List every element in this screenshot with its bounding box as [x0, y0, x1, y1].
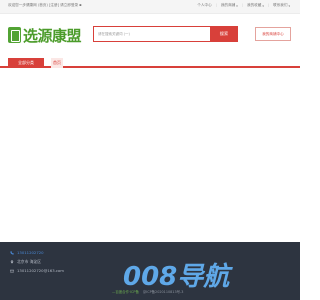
divider: | — [267, 3, 270, 7]
chevron-down-icon: ▾ — [262, 3, 264, 8]
contact-us-label: 联系我们 — [273, 3, 288, 7]
watermark-logo: 008导航 — [123, 258, 258, 292]
my-shop-link[interactable]: 我的商铺 ▾ — [221, 3, 238, 8]
address-text: 北京市 海淀区 — [17, 259, 41, 264]
my-favorites-link[interactable]: 我的收藏 ▾ — [247, 3, 264, 8]
phone-icon — [10, 250, 14, 255]
divider: | — [215, 3, 217, 7]
email-text: 13011202720@163.com — [17, 268, 64, 273]
watermark-text: 008导航 — [123, 262, 233, 292]
user-center-label: 个人中心 — [197, 3, 212, 7]
chevron-down-icon: ▾ — [236, 3, 238, 8]
all-categories-button[interactable]: 全部分类 — [8, 58, 44, 68]
nav-item-home[interactable]: 首页 — [51, 58, 63, 68]
my-shop-label: 我的商铺 — [220, 3, 236, 7]
shop-center-button[interactable]: 我的商铺中心 — [255, 27, 291, 41]
footer-phone: 13011202720 — [10, 250, 44, 255]
phone-number: 13011202720 — [17, 250, 44, 255]
contact-us-link[interactable]: 联系我们 ▾ — [273, 3, 290, 8]
user-center-link[interactable]: 个人中心 — [197, 3, 211, 8]
search-input[interactable] — [93, 26, 210, 42]
footer-address: 北京市 海淀区 — [10, 259, 41, 265]
top-links: 个人中心 | 我的商铺 ▾ | 我的收藏 ▾ | 联系我们 ▾ — [197, 3, 290, 8]
my-favorites-label: 我的收藏 — [247, 3, 262, 7]
mail-icon — [10, 269, 14, 272]
welcome-text: 欢迎您一步健康网 (首页) [注册] 请立即登录 ▪ — [8, 3, 82, 7]
chevron-down-icon: ▾ — [288, 3, 290, 8]
site-logo[interactable]: 选源康盟 — [8, 24, 86, 46]
divider: | — [241, 3, 243, 7]
footer-email: 13011202720@163.com — [10, 268, 64, 273]
watermark-graphic: 008导航 — [123, 262, 233, 292]
search-button[interactable]: 搜索 — [210, 26, 238, 42]
logo-text: 选源康盟 — [23, 27, 82, 45]
search-bar: 搜索 — [93, 26, 238, 42]
location-icon — [10, 260, 14, 264]
logo-mark-icon — [8, 27, 21, 43]
main-nav: 全部分类 首页 — [0, 58, 300, 68]
top-bar: 欢迎您一步健康网 (首页) [注册] 请立即登录 ▪ 个人中心 | 我的商铺 ▾… — [0, 0, 300, 14]
